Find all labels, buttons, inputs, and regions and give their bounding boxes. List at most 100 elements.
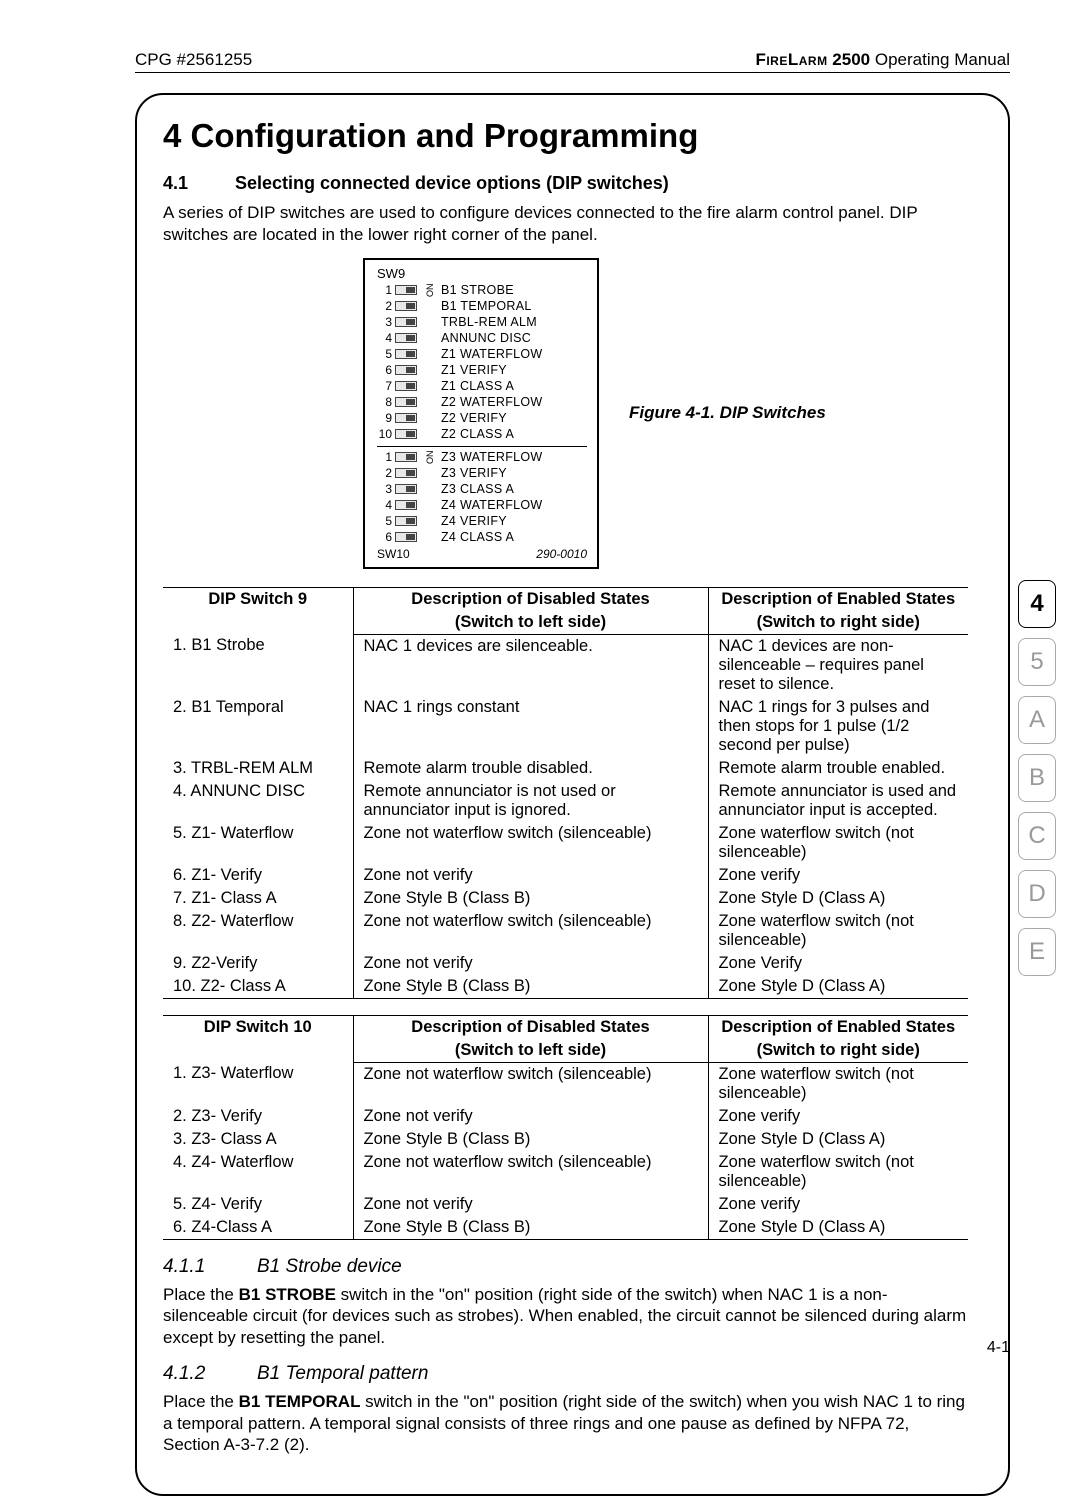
dip-label: Z3 VERIFY xyxy=(441,466,507,480)
dip-label: Z2 CLASS A xyxy=(441,427,514,441)
table-cell: 7. Z1- Class A xyxy=(163,887,353,910)
dip-switch-10-table: DIP Switch 10 Description of Disabled St… xyxy=(163,1015,968,1240)
table-cell: 8. Z2- Waterflow xyxy=(163,910,353,952)
table-cell: 9. Z2-Verify xyxy=(163,952,353,975)
chapter-tab-4[interactable]: 4 xyxy=(1018,580,1056,628)
table-cell: Zone Style B (Class B) xyxy=(353,1216,708,1240)
dip-switch-icon xyxy=(395,397,417,407)
table-cell: Zone waterflow switch (not silenceable) xyxy=(708,910,968,952)
dip-label: Z1 CLASS A xyxy=(441,379,514,393)
dip-number: 5 xyxy=(377,347,395,361)
dip-number: 6 xyxy=(377,530,395,544)
table-cell: Zone Style D (Class A) xyxy=(708,975,968,999)
page-number: 4-1 xyxy=(987,1339,1010,1357)
subsection-4-1-1-para: Place the B1 STROBE switch in the "on" p… xyxy=(163,1284,968,1349)
on-label: ON xyxy=(425,450,435,464)
dip-label: ANNUNC DISC xyxy=(441,331,531,345)
chapter-tab-E[interactable]: E xyxy=(1018,928,1056,976)
table-cell: 5. Z4- Verify xyxy=(163,1193,353,1216)
table-cell: Zone verify xyxy=(708,1193,968,1216)
sw9-label: SW9 xyxy=(377,266,587,281)
dip-switch-icon xyxy=(395,285,417,295)
dip-number: 2 xyxy=(377,466,395,480)
table-row: 9. Z2-VerifyZone not verifyZone Verify xyxy=(163,952,968,975)
dip-switch-icon xyxy=(395,301,417,311)
table-row: 2. Z3- VerifyZone not verifyZone verify xyxy=(163,1105,968,1128)
table-cell: Zone not waterflow switch (silenceable) xyxy=(353,1151,708,1193)
table-cell: 2. Z3- Verify xyxy=(163,1105,353,1128)
chapter-title: 4 Configuration and Programming xyxy=(163,117,968,155)
table-row: 7. Z1- Class AZone Style B (Class B)Zone… xyxy=(163,887,968,910)
table-row: 2. B1 TemporalNAC 1 rings constantNAC 1 … xyxy=(163,696,968,757)
t2-h2b: (Switch to left side) xyxy=(455,1041,606,1059)
chapter-tab-A[interactable]: A xyxy=(1018,696,1056,744)
dip-row: 2 B1 TEMPORAL xyxy=(377,298,587,314)
dip-row: 4 ANNUNC DISC xyxy=(377,330,587,346)
product-model: 2500 xyxy=(828,50,871,69)
chapter-tab-D[interactable]: D xyxy=(1018,870,1056,918)
page: CPG #2561255 FireLarm 2500 Operating Man… xyxy=(0,0,1080,1397)
table-row: 5. Z4- VerifyZone not verifyZone verify xyxy=(163,1193,968,1216)
t2-h3b: (Switch to right side) xyxy=(757,1041,920,1059)
table-row: 3. Z3- Class AZone Style B (Class B)Zone… xyxy=(163,1128,968,1151)
table-cell: NAC 1 devices are silenceable. xyxy=(353,634,708,696)
dip-number: 6 xyxy=(377,363,395,377)
t2-h1: DIP Switch 10 xyxy=(204,1018,312,1036)
table-cell: Zone Style D (Class A) xyxy=(708,887,968,910)
table-cell: Zone Style B (Class B) xyxy=(353,975,708,999)
dip-label: Z2 VERIFY xyxy=(441,411,507,425)
table-row: 5. Z1- WaterflowZone not waterflow switc… xyxy=(163,822,968,864)
dip-row: 7Z1 CLASS A xyxy=(377,378,587,394)
t2-h2a: Description of Disabled States xyxy=(411,1018,649,1036)
dip-number: 2 xyxy=(377,299,395,313)
table-cell: Zone waterflow switch (not silenceable) xyxy=(708,1062,968,1105)
dip-switch-icon xyxy=(395,500,417,510)
dip-row: 8Z2 WATERFLOW xyxy=(377,394,587,410)
dip-switch-icon xyxy=(395,516,417,526)
product-name: FireLarm xyxy=(755,50,827,69)
dip-number: 1 xyxy=(377,450,395,464)
dip-label: B1 TEMPORAL xyxy=(441,299,532,313)
dip-label: Z2 WATERFLOW xyxy=(441,395,543,409)
chapter-tab-C[interactable]: C xyxy=(1018,812,1056,860)
chapter-tab-5[interactable]: 5 xyxy=(1018,638,1056,686)
dip-switch-icon xyxy=(395,429,417,439)
dip-number: 3 xyxy=(377,482,395,496)
table-cell: 6. Z1- Verify xyxy=(163,864,353,887)
subsection-4-1-2-para: Place the B1 TEMPORAL switch in the "on"… xyxy=(163,1391,968,1456)
dip-row: 1 ON Z3 WATERFLOW xyxy=(377,449,587,465)
dip-number: 4 xyxy=(377,331,395,345)
dip-row: 3 Z3 CLASS A xyxy=(377,481,587,497)
dip-number: 4 xyxy=(377,498,395,512)
figure-4-1: SW9 1ONB1 STROBE2B1 TEMPORAL3TRBL-REM AL… xyxy=(363,258,968,569)
section-number: 4.1 xyxy=(163,173,207,194)
table-cell: Zone Style B (Class B) xyxy=(353,887,708,910)
dip-label: Z1 VERIFY xyxy=(441,363,507,377)
table-cell: Remote alarm trouble enabled. xyxy=(708,757,968,780)
dip-switch-icon xyxy=(395,349,417,359)
table-cell: 6. Z4-Class A xyxy=(163,1216,353,1240)
table-cell: Zone not verify xyxy=(353,952,708,975)
table-cell: Zone Verify xyxy=(708,952,968,975)
table-cell: 1. Z3- Waterflow xyxy=(163,1062,353,1105)
table-cell: 4. ANNUNC DISC xyxy=(163,780,353,822)
table-cell: 1. B1 Strobe xyxy=(163,634,353,696)
table-cell: NAC 1 rings constant xyxy=(353,696,708,757)
table-row: 8. Z2- WaterflowZone not waterflow switc… xyxy=(163,910,968,952)
table-cell: Zone not verify xyxy=(353,864,708,887)
dip-row: 5Z4 VERIFY xyxy=(377,513,587,529)
chapter-tab-B[interactable]: B xyxy=(1018,754,1056,802)
dip-switch-diagram: SW9 1ONB1 STROBE2B1 TEMPORAL3TRBL-REM AL… xyxy=(363,258,599,569)
table-cell: NAC 1 rings for 3 pulses and then stops … xyxy=(708,696,968,757)
chapter-tabs: 4 5 ABCDE xyxy=(1018,580,1056,976)
dip-label: Z3 CLASS A xyxy=(441,482,514,496)
dip-switch-9-table: DIP Switch 9 Description of Disabled Sta… xyxy=(163,587,968,999)
table-row: 6. Z1- VerifyZone not verifyZone verify xyxy=(163,864,968,887)
header-right: FireLarm 2500 Operating Manual xyxy=(755,50,1010,70)
table-cell: Zone waterflow switch (not silenceable) xyxy=(708,1151,968,1193)
section-title: Selecting connected device options (DIP … xyxy=(235,173,669,194)
dip-label: Z4 CLASS A xyxy=(441,530,514,544)
dip-number: 10 xyxy=(377,427,395,441)
dip-label: Z3 WATERFLOW xyxy=(441,450,543,464)
dip-number: 1 xyxy=(377,283,395,297)
